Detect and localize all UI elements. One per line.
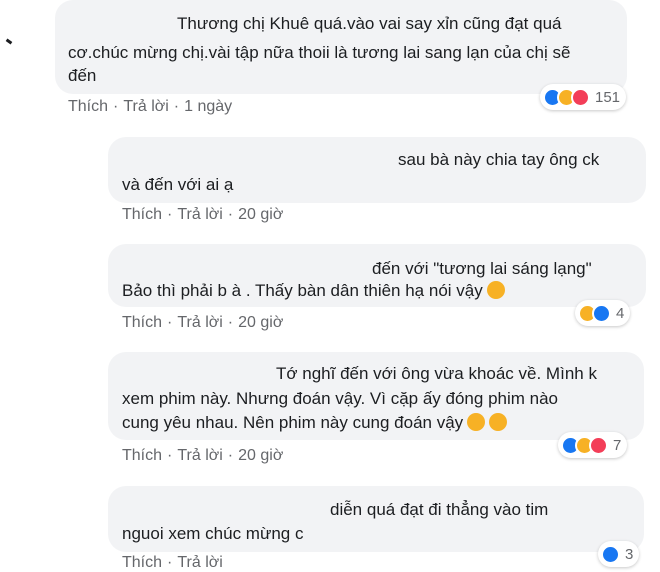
reaction-count: 151	[595, 88, 621, 106]
comment-line: diễn quá đạt đi thẳng vào tim	[330, 500, 549, 519]
comment-text: Bảo thì phải b à . Thấy bàn dân thiên hạ…	[122, 281, 483, 300]
reaction-summary[interactable]: 151	[540, 84, 627, 110]
reply-link[interactable]: Trả lời	[177, 206, 222, 223]
comment-actions: Thích · Trả lời · 20 giờ	[122, 314, 284, 331]
comment-actions: Thích · Trả lời · 20 giờ	[122, 206, 284, 223]
reaction-summary[interactable]: 7	[558, 432, 628, 458]
comment-text: cung yêu nhau. Nên phim này cung đoán vậ…	[122, 413, 464, 432]
timestamp[interactable]: 20 giờ	[238, 206, 283, 223]
like-link[interactable]: Thích	[122, 314, 162, 331]
timestamp[interactable]: 20 giờ	[238, 314, 283, 331]
comment-line: Tớ nghĩ đến với ông vừa khoác về. Mình k	[276, 364, 597, 383]
reaction-count: 3	[625, 545, 634, 563]
love-icon	[571, 87, 590, 107]
like-link[interactable]: Thích	[68, 98, 108, 115]
laughing-emoji-icon	[486, 281, 505, 299]
reaction-summary[interactable]: 4	[575, 300, 631, 326]
like-link[interactable]: Thích	[122, 554, 162, 571]
comment-line: Bảo thì phải b à . Thấy bàn dân thiên hạ…	[122, 279, 505, 302]
comment-line: xem phim này. Nhưng đoán vậy. Vì cặp ấy …	[122, 389, 558, 408]
timestamp[interactable]: 1 ngày	[184, 98, 232, 115]
comment-line: cơ.chúc mừng chị.vài tập nữa thoii là tư…	[68, 43, 571, 62]
love-icon	[589, 435, 608, 455]
comment-line: và đến với ai ạ	[122, 175, 234, 194]
reply-link[interactable]: Trả lời	[177, 314, 222, 331]
comment-actions: Thích · Trả lời	[122, 554, 223, 571]
squinting-emoji-icon	[489, 413, 508, 431]
comment-line: sau bà này chia tay ông ck	[398, 150, 600, 169]
comment-line: nguoi xem chúc mừng c	[122, 524, 304, 543]
winking-emoji-icon	[467, 413, 486, 431]
comment-line: cung yêu nhau. Nên phim này cung đoán vậ…	[122, 411, 508, 434]
like-icon	[592, 303, 611, 323]
reply-link[interactable]: Trả lời	[177, 447, 222, 464]
reaction-summary[interactable]: 3	[598, 541, 640, 567]
comment-actions: Thích · Trả lời · 20 giờ	[122, 447, 284, 464]
like-link[interactable]: Thích	[122, 206, 162, 223]
reaction-count: 4	[616, 304, 625, 322]
reply-link[interactable]: Trả lời	[123, 98, 168, 115]
reply-link[interactable]: Trả lời	[177, 554, 222, 571]
comment-line: đến	[68, 66, 97, 85]
comment-line: Thương chị Khuê quá.vào vai say xỉn cũng…	[177, 14, 562, 33]
comment-actions: Thích · Trả lời · 1 ngày	[68, 98, 233, 115]
comment-line: đến với "tương lai sáng lạng"	[372, 259, 592, 278]
scroll-caret	[5, 38, 13, 45]
timestamp[interactable]: 20 giờ	[238, 447, 283, 464]
reaction-count: 7	[613, 436, 622, 454]
like-icon	[601, 544, 620, 564]
like-link[interactable]: Thích	[122, 447, 162, 464]
